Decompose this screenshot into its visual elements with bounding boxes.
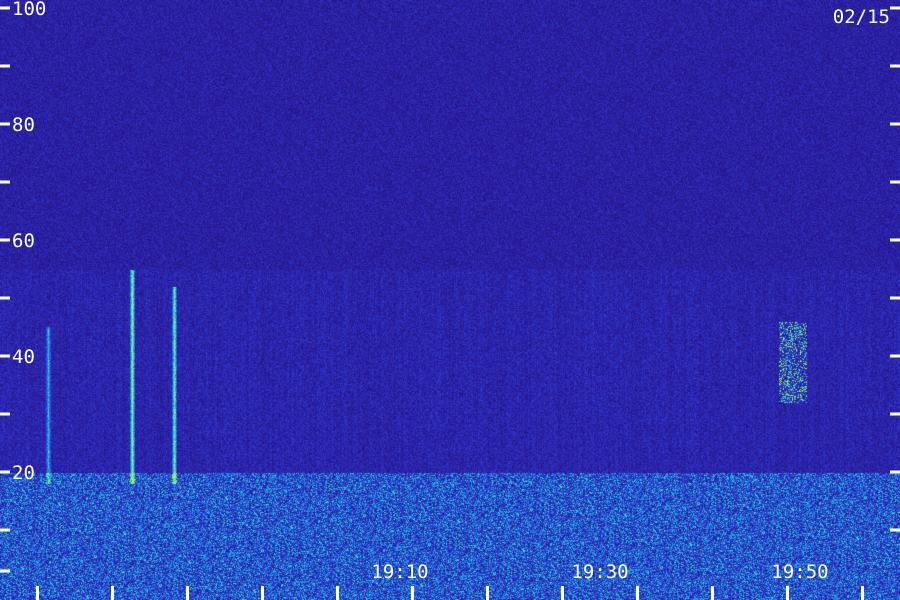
y-axis-ticks: 20 40 60 80 100 [0, 0, 900, 573]
y-tick-label: 60 [12, 230, 35, 252]
spectrogram-display: 20 40 60 80 100 19:10 19:30 19:50 02/15 [0, 0, 900, 600]
y-tick-label: 80 [12, 114, 35, 136]
y-tick-label: 40 [12, 346, 35, 368]
x-tick-label: 19:30 [571, 561, 628, 583]
x-axis-ticks: 19:10 19:30 19:50 [36, 561, 864, 600]
x-tick-label: 19:50 [771, 561, 828, 583]
axis-overlay: 20 40 60 80 100 19:10 19:30 19:50 02/15 [0, 0, 900, 600]
x-tick-label: 19:10 [371, 561, 428, 583]
date-label: 02/15 [833, 6, 890, 28]
y-tick-label: 100 [12, 0, 46, 20]
y-tick-label: 20 [12, 462, 35, 484]
